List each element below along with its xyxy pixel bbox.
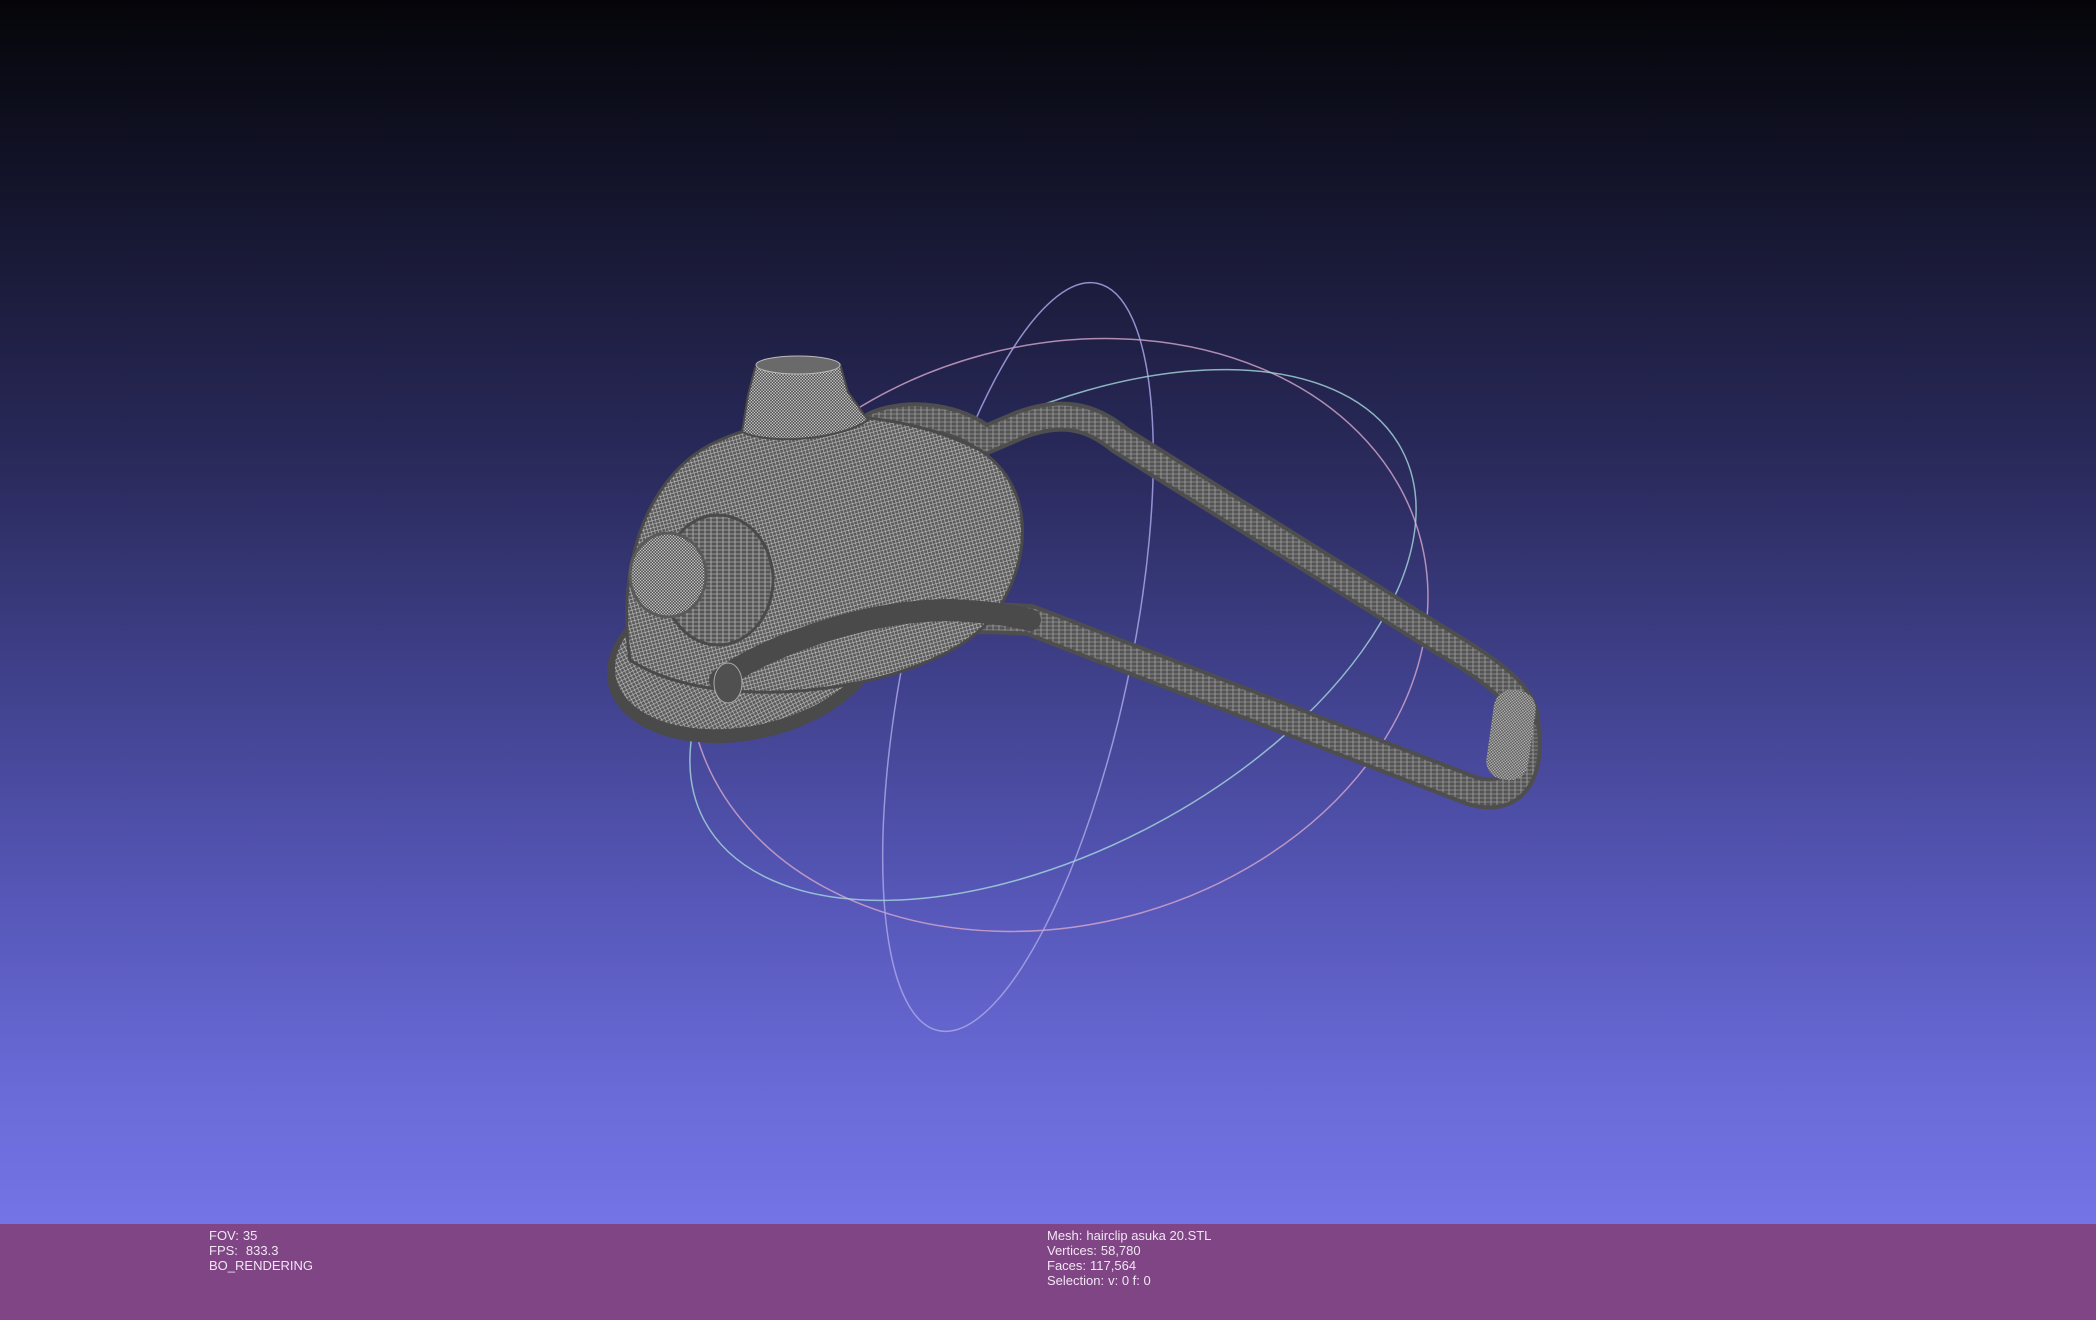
fps-value: 833.3 — [245, 1243, 279, 1258]
3d-viewport[interactable] — [0, 0, 2096, 1224]
selection-label: Selection: — [1047, 1273, 1105, 1288]
render-mode: BO_RENDERING — [209, 1258, 314, 1273]
faces-label: Faces: — [1047, 1258, 1087, 1273]
mesh-info: Mesh: hairclip asuka 20.STL Vertices: 58,7… — [1047, 1228, 1211, 1288]
selection-readout: Selection: v: 0 f: 0 — [1047, 1273, 1211, 1288]
viewport-canvas — [590, 281, 1542, 1033]
faces-readout: Faces: 117,564 — [1047, 1258, 1211, 1273]
vertices-readout: Vertices: 58,780 — [1047, 1243, 1211, 1258]
fov-label: FOV: — [209, 1228, 239, 1243]
hairclip-mesh[interactable] — [590, 355, 1542, 810]
side-knob-face — [628, 531, 708, 619]
mesh-label: Mesh: — [1047, 1228, 1083, 1243]
fov-value: 35 — [242, 1228, 258, 1243]
vertices-value: 58,780 — [1100, 1243, 1141, 1258]
mesh-name: hairclip asuka 20.STL — [1086, 1228, 1212, 1243]
fps-label: FPS: — [209, 1243, 238, 1258]
fov-readout: FOV: 35 — [209, 1228, 313, 1243]
render-info: FOV: 35 FPS: 833.3 BO_RENDERING — [209, 1228, 313, 1273]
vertices-label: Vertices: — [1047, 1243, 1097, 1258]
selection-value: v: 0 f: 0 — [1108, 1273, 1151, 1288]
status-info-bar: FOV: 35 FPS: 833.3 BO_RENDERING Mesh: hairc… — [0, 1224, 2096, 1320]
fps-readout: FPS: 833.3 — [209, 1243, 313, 1258]
mesh-name-readout: Mesh: hairclip asuka 20.STL — [1047, 1228, 1211, 1243]
faces-value: 117,564 — [1090, 1258, 1137, 1273]
